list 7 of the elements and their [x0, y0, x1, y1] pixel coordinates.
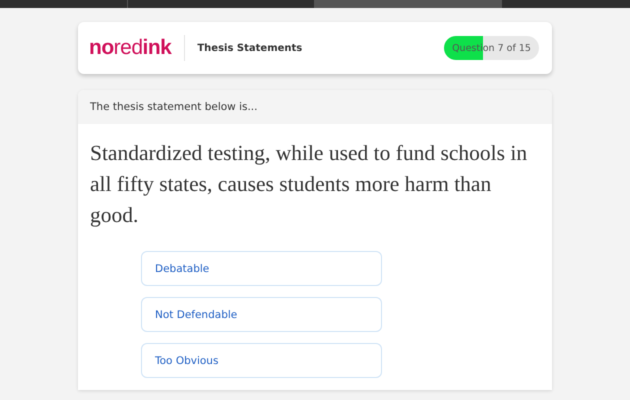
- lesson-title: Thesis Statements: [197, 42, 304, 54]
- logo[interactable]: noredink: [89, 36, 172, 60]
- answer-button[interactable]: Too Obvious: [141, 343, 382, 378]
- answer-button[interactable]: Debatable: [141, 251, 382, 286]
- prompt-text: The thesis statement below is...: [90, 101, 258, 113]
- answer-button[interactable]: Not Defendable: [141, 297, 382, 332]
- thesis-statement: Standardized testing, while used to fund schools in all fifty states, causes students more harm than good.: [90, 140, 528, 229]
